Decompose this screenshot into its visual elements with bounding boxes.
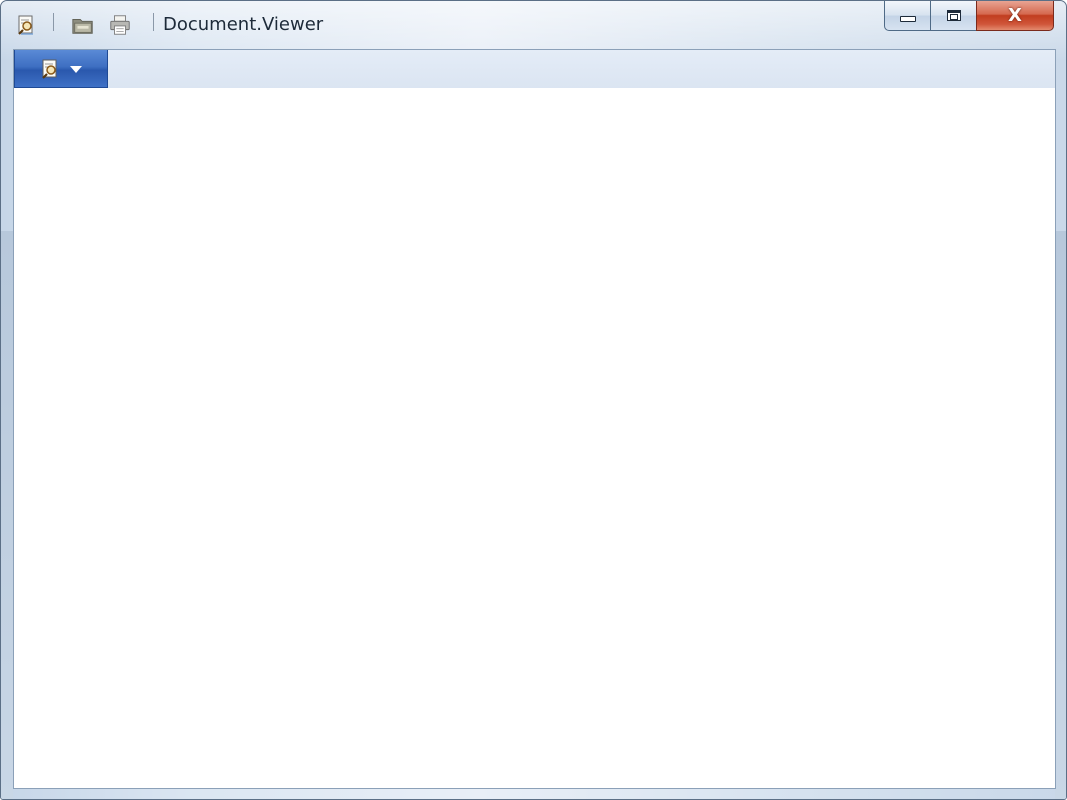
printer-icon[interactable]: [108, 13, 132, 37]
document-area[interactable]: [14, 88, 1055, 788]
document-search-icon[interactable]: [15, 13, 39, 37]
close-button[interactable]: X: [976, 1, 1054, 31]
window-right-border: [1055, 231, 1066, 799]
restore-icon: [946, 10, 961, 21]
application-window: Document.Viewer X: [0, 0, 1067, 800]
minimize-button[interactable]: [884, 1, 930, 31]
client-area: [13, 49, 1056, 789]
close-icon: X: [1008, 4, 1022, 26]
caption-buttons: X: [884, 1, 1054, 33]
title-bar[interactable]: Document.Viewer X: [1, 1, 1066, 47]
application-menu-button[interactable]: [14, 50, 108, 88]
ribbon-bar: [14, 50, 1055, 89]
quick-access-separator: [153, 13, 154, 31]
chevron-down-icon: [70, 66, 82, 73]
window-title: Document.Viewer: [163, 14, 324, 35]
window-left-border: [1, 231, 13, 799]
quick-access-separator: [53, 13, 54, 31]
restore-button[interactable]: [930, 1, 976, 31]
minimize-icon: [899, 15, 916, 22]
open-folder-icon[interactable]: [71, 13, 95, 37]
document-search-icon: [40, 58, 62, 80]
